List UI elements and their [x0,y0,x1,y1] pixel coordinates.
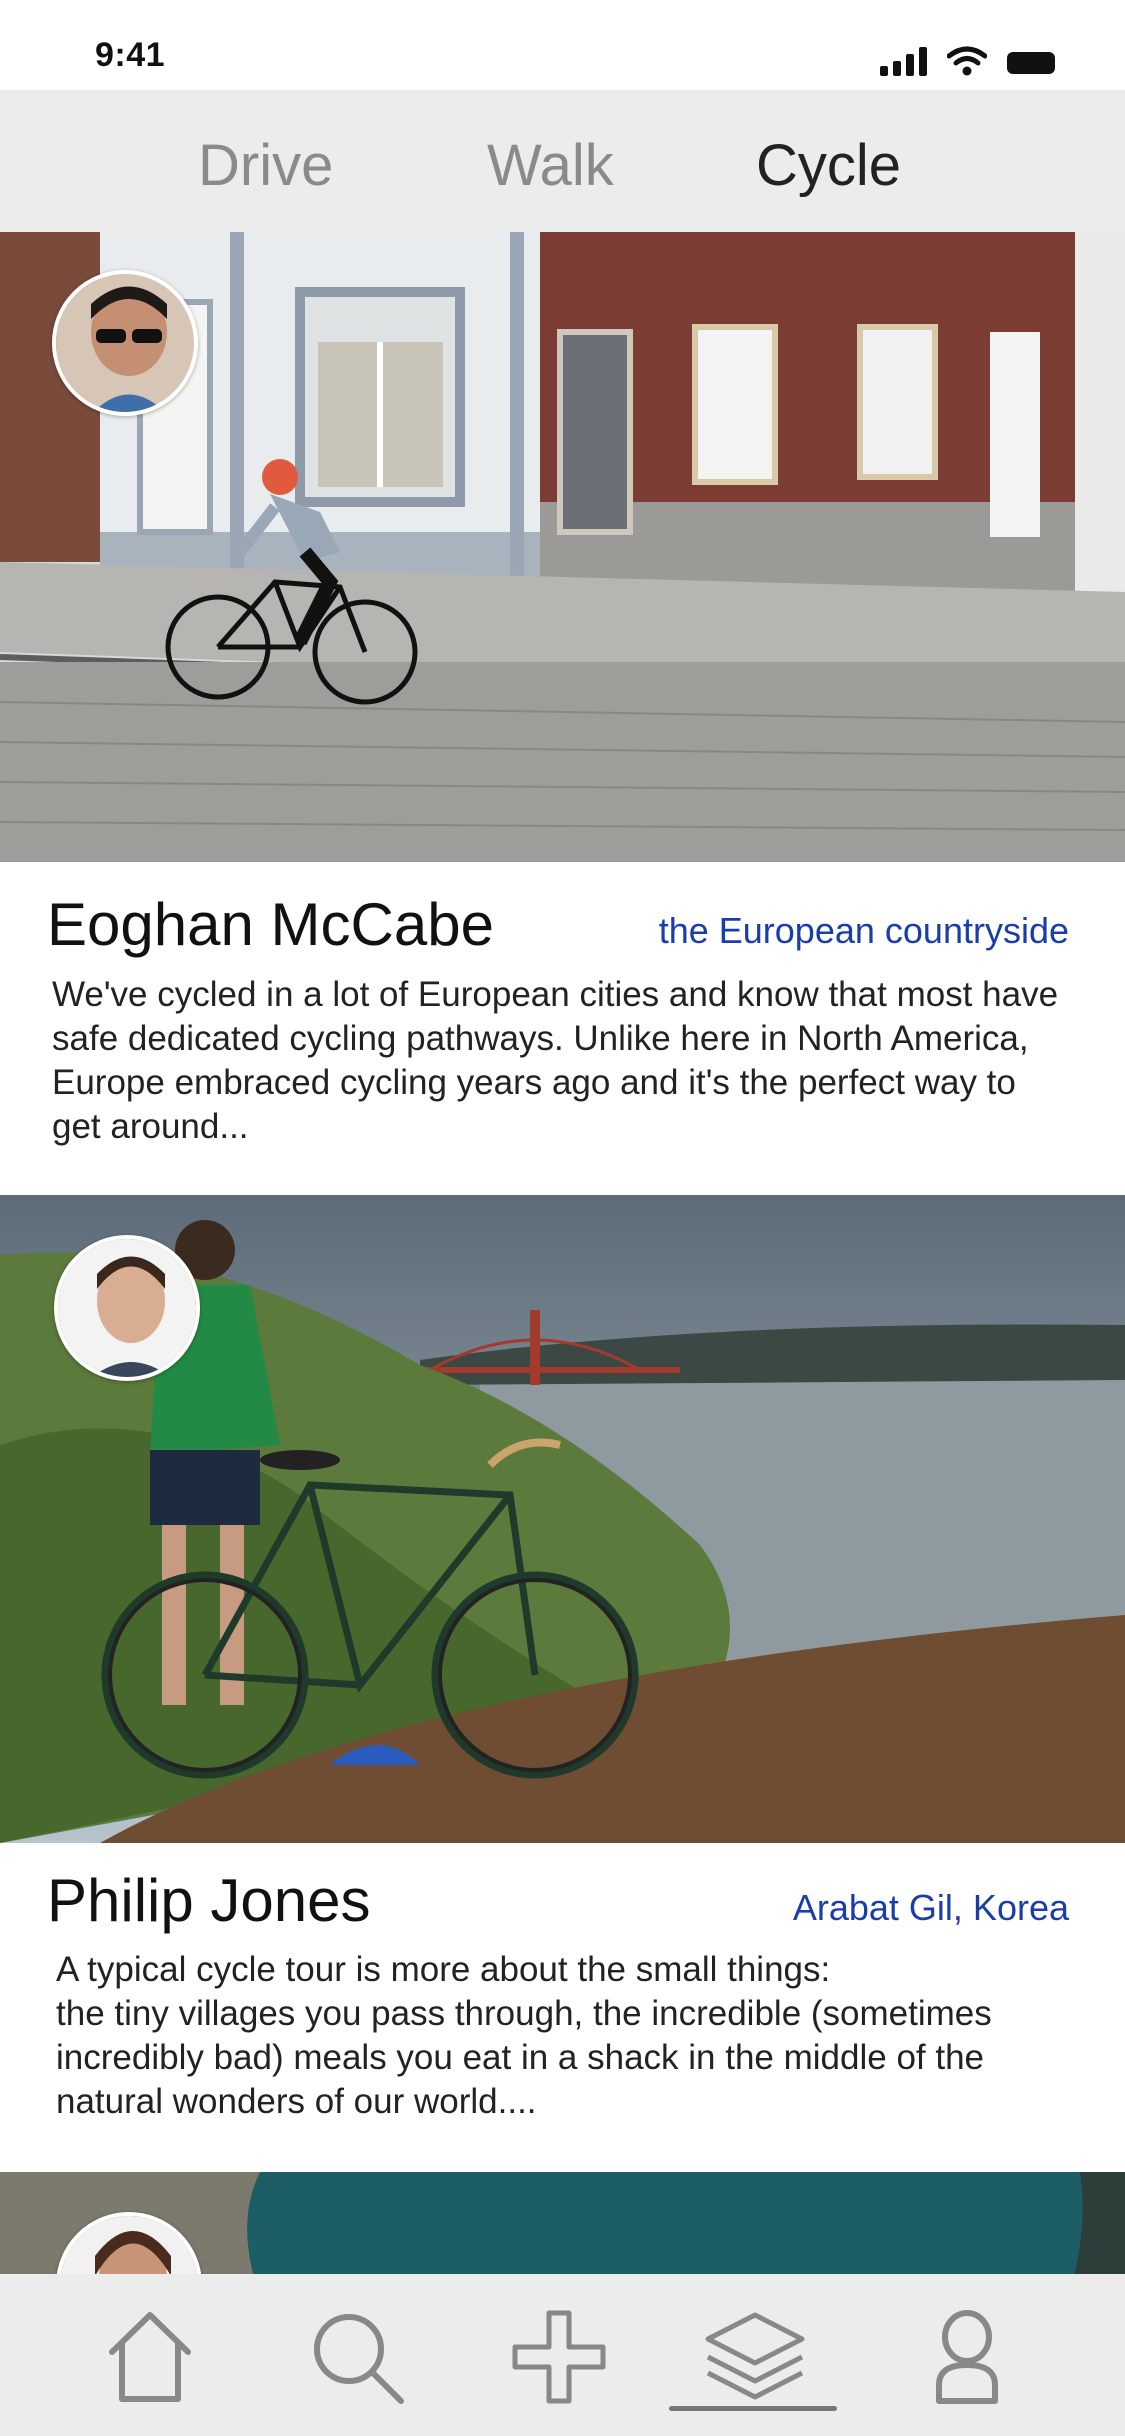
tab-drive[interactable]: Drive [198,132,333,199]
home-icon [109,2312,191,2402]
status-icons [880,40,1055,76]
author-avatar[interactable] [54,1235,200,1381]
nav-home[interactable] [95,2302,205,2412]
mode-tabbar: Drive Walk Cycle [0,90,1125,232]
post-location[interactable]: the European countryside [659,910,1069,952]
post-photo-street-cyclist[interactable] [0,232,1125,862]
status-bar: 9:41 [0,0,1125,90]
nav-search[interactable] [302,2302,412,2412]
tab-walk[interactable]: Walk [487,132,614,199]
cellular-signal-icon [880,46,927,76]
author-avatar[interactable] [52,270,198,416]
battery-icon [1007,52,1055,74]
nav-add[interactable] [504,2302,614,2412]
post-author[interactable]: Eoghan McCabe [47,890,494,959]
active-tab-indicator [669,2406,837,2411]
bottom-nav [0,2274,1125,2436]
post-location[interactable]: Arabat Gil, Korea [793,1887,1069,1929]
plus-icon [512,2310,606,2404]
layers-icon [705,2312,805,2400]
status-time: 9:41 [95,36,166,74]
post-excerpt: A typical cycle tour is more about the s… [56,1950,992,2121]
wifi-icon [947,46,987,76]
post-author[interactable]: Philip Jones [47,1866,371,1935]
search-icon [314,2314,404,2404]
post-excerpt: We've cycled in a lot of European cities… [52,975,1059,1146]
profile-icon [936,2310,998,2404]
post-photo-coast-bicycle[interactable] [0,1195,1125,1843]
nav-profile[interactable] [912,2302,1022,2412]
nav-layers[interactable] [700,2302,810,2412]
tab-cycle[interactable]: Cycle [756,132,901,199]
